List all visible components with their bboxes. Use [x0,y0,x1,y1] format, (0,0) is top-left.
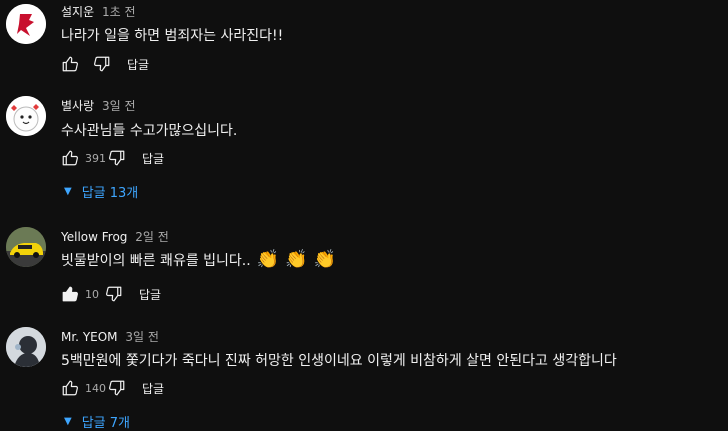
thumbs-down-icon [94,56,110,72]
thumbs-down-icon [106,286,122,302]
comment-text: 수사관님들 수고가많으십니다. [61,123,238,139]
view-replies-button[interactable]: ▼ 답글 7개 [64,412,130,431]
comment-text: 5백만원에 쫓기다가 죽다니 진짜 허망한 인생이네요 이렇게 비참하게 살면 … [61,353,617,369]
comment-header: Yellow Frog 2일 전 [61,228,169,245]
comment-author[interactable]: Mr. YEOM [61,330,118,344]
comment-time[interactable]: 3일 전 [102,99,136,113]
thumbs-up-icon [62,150,78,166]
replies-count: 답글 7개 [81,416,130,431]
comment-author[interactable]: Yellow Frog [61,230,127,244]
reply-button[interactable]: 답글 [139,286,161,303]
comment-header: Mr. YEOM 3일 전 [61,328,159,345]
replies-count: 답글 13개 [81,186,139,201]
like-count: 10 [85,287,99,301]
avatar[interactable] [6,227,46,267]
triangle-down-icon: ▼ [64,186,72,197]
thumbs-up-icon [62,380,78,396]
comment-header: 설지운 1초 전 [61,3,135,20]
thumbs-up-icon [62,56,78,72]
dislike-button[interactable] [106,147,128,169]
avatar[interactable] [6,327,46,367]
comment-text: 빗물받이의 빠른 쾌유를 빕니다.. 👏 👏 👏 [61,249,336,270]
view-replies-button[interactable]: ▼ 답글 13개 [64,182,138,201]
comment-actions: 140 답글 [59,377,164,399]
dislike-button[interactable] [91,53,113,75]
like-button[interactable] [59,147,81,169]
comment-actions: 10 답글 [59,283,161,305]
thumbs-down-icon [109,380,125,396]
like-count: 391 [85,151,106,165]
like-button[interactable] [59,377,81,399]
dislike-button[interactable] [106,377,128,399]
comment-author[interactable]: 별사랑 [61,99,94,113]
clapping-hands-icon: 👏 [285,249,308,270]
thumbs-up-icon [62,286,78,302]
comment-text-body: 빗물받이의 빠른 쾌유를 빕니다.. [61,253,251,269]
like-button[interactable] [59,283,81,305]
comment-actions: 391 답글 [59,147,164,169]
thumbs-down-icon [109,150,125,166]
dislike-button[interactable] [103,283,125,305]
comment-actions: 답글 [59,53,149,75]
comment-author[interactable]: 설지운 [61,5,94,19]
comment-time[interactable]: 1초 전 [102,5,136,19]
comment-time[interactable]: 3일 전 [125,330,159,344]
reply-button[interactable]: 답글 [142,380,164,397]
like-button[interactable] [59,53,81,75]
reply-button[interactable]: 답글 [127,56,149,73]
clapping-hands-icon: 👏 [313,249,336,270]
comment-text: 나라가 일을 하면 범죄자는 사라진다!! [61,28,284,44]
avatar[interactable] [6,4,46,44]
like-count: 140 [85,381,106,395]
clapping-hands-icon: 👏 [256,249,280,270]
comment-time[interactable]: 2일 전 [135,230,169,244]
reply-button[interactable]: 답글 [142,150,164,167]
avatar[interactable] [6,96,46,136]
triangle-down-icon: ▼ [64,416,72,427]
comment-header: 별사랑 3일 전 [61,97,135,114]
